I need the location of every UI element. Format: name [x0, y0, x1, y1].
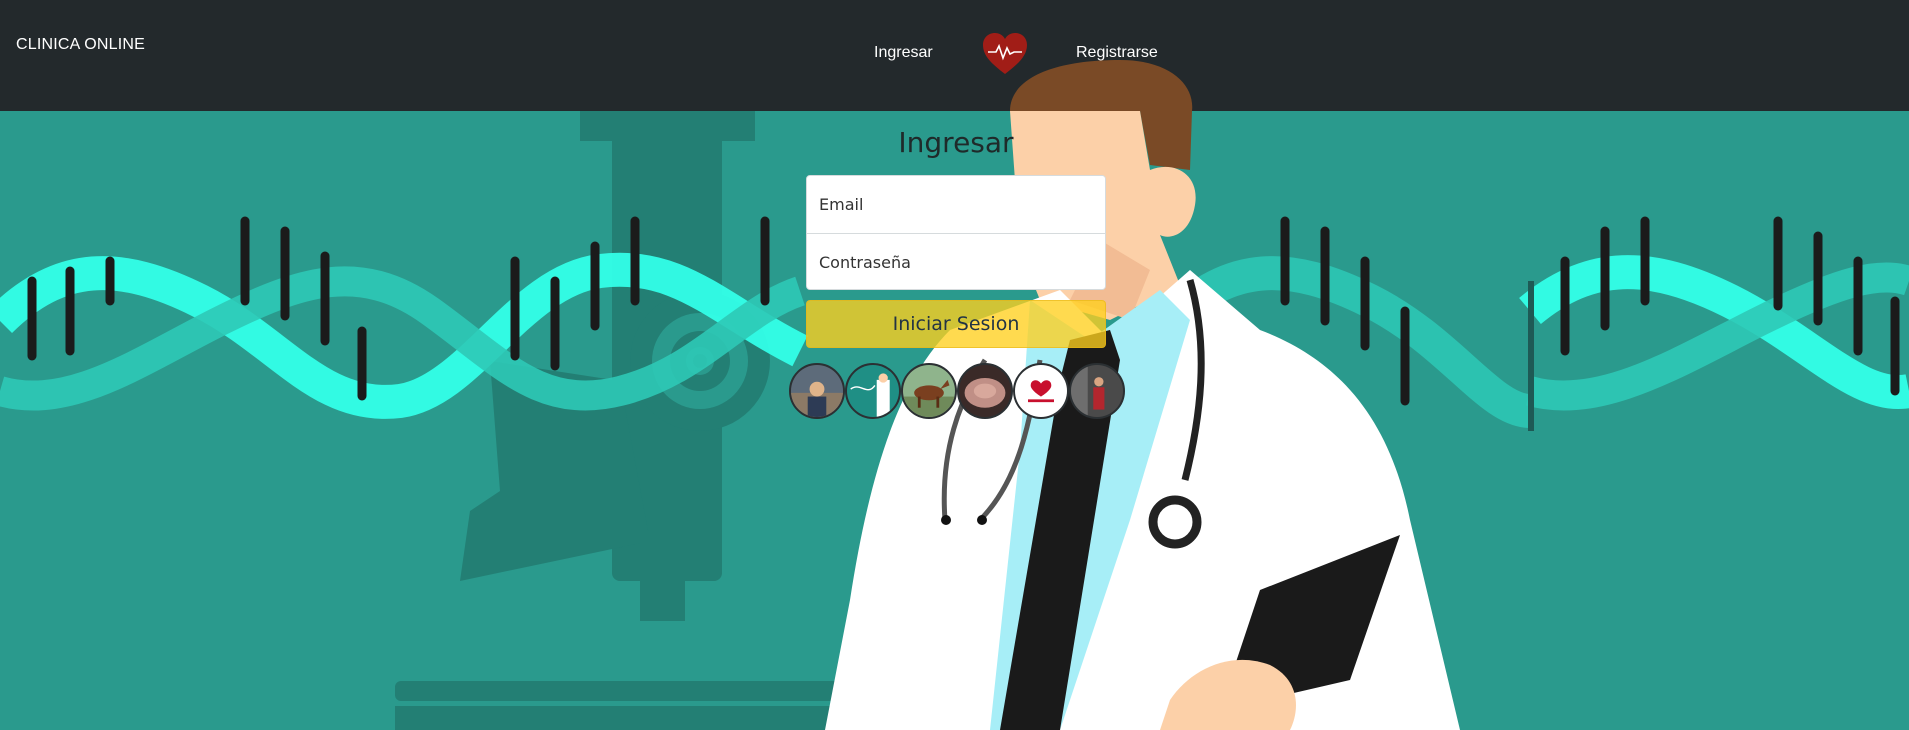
avatar-user-3[interactable]: [901, 363, 957, 419]
user-photo-icon: [1071, 365, 1123, 417]
avatar-user-2[interactable]: [845, 363, 901, 419]
avatar-user-4[interactable]: [957, 363, 1013, 419]
avatar-user-5[interactable]: [1013, 363, 1069, 419]
user-photo-icon: [1015, 365, 1067, 417]
login-title: Ingresar: [898, 126, 1014, 159]
login-submit-button[interactable]: Iniciar Sesion: [806, 300, 1106, 348]
avatar-user-6[interactable]: [1069, 363, 1125, 419]
login-form: [806, 175, 1106, 290]
email-input[interactable]: [807, 176, 1105, 233]
user-photo-icon: [903, 365, 955, 417]
avatar-user-1[interactable]: [789, 363, 845, 419]
user-photo-icon: [791, 365, 843, 417]
password-input[interactable]: [807, 234, 1105, 289]
user-photo-icon: [959, 365, 1011, 417]
user-photo-icon: [847, 365, 899, 417]
login-area: Ingresar Iniciar Sesion: [0, 0, 1909, 730]
